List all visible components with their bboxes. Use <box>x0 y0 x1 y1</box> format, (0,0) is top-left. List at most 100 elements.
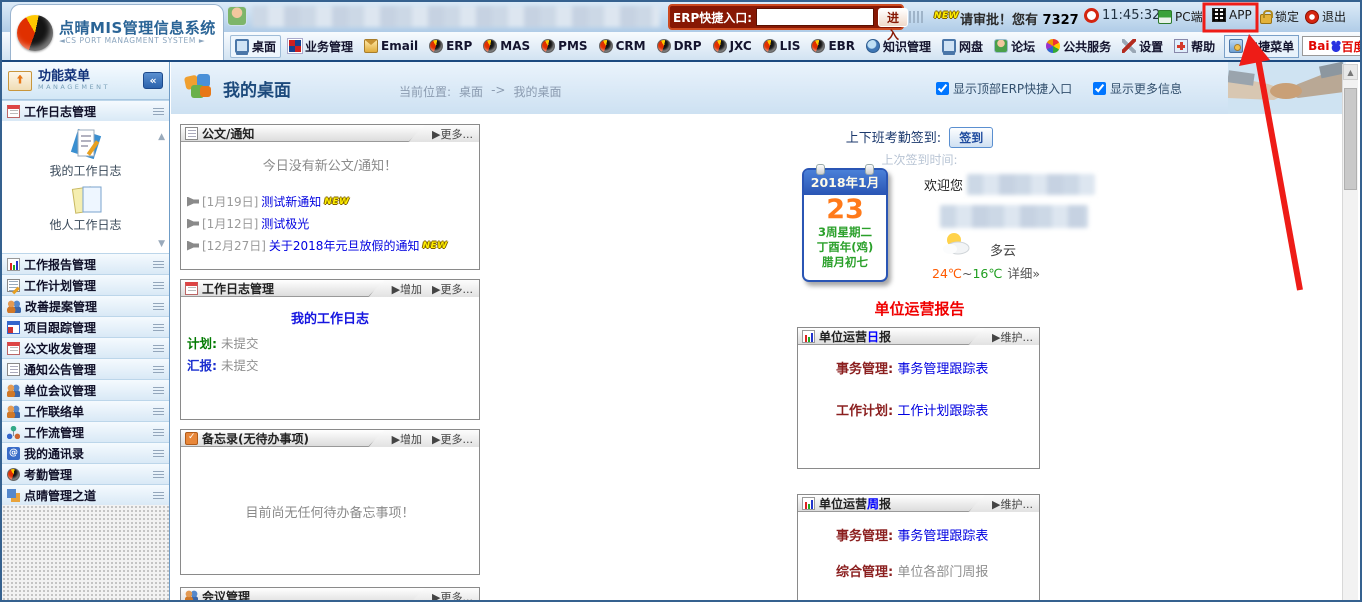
pc-client-button[interactable]: PC端 <box>1158 8 1203 25</box>
scroll-up-icon[interactable]: ▲ <box>158 132 165 142</box>
sidebar-item-contacts[interactable]: @我的通讯录 <box>2 442 169 463</box>
notice-link[interactable]: 测试极光 <box>261 215 309 232</box>
sidebar-item-document-dispatch[interactable]: 公文收发管理 <box>2 337 169 358</box>
row-link[interactable]: 事务管理跟踪表 <box>897 362 988 377</box>
nav-business[interactable]: 业务管理 <box>284 36 357 57</box>
nav-ebr[interactable]: EBR <box>807 37 859 55</box>
nav-netdisk[interactable]: 网盘 <box>938 36 987 57</box>
erp-enter-button[interactable]: 进入 <box>878 8 908 27</box>
sidebar-item-dianjing-dao[interactable]: 点晴管理之道 <box>2 484 169 505</box>
erp-quick-checkbox[interactable] <box>936 82 949 95</box>
vertical-scrollbar[interactable]: ▲ <box>1342 64 1358 602</box>
memo-add-link[interactable]: ▶增加 <box>392 431 422 447</box>
help-icon <box>1174 39 1188 53</box>
breadcrumb-current: 我的桌面 <box>513 83 561 100</box>
calendar-lunar-year: 丁酉年(鸡) <box>804 240 886 255</box>
notice-item: [1月12日] 测试极光 <box>187 215 309 232</box>
sidebar-title: 功能菜单 <box>38 70 110 84</box>
daily-maintain-link[interactable]: ▶维护... <box>992 329 1033 345</box>
sidebar-item-notice-announcement[interactable]: 通知公告管理 <box>2 358 169 379</box>
email-icon <box>364 39 378 53</box>
nav-forum[interactable]: 论坛 <box>990 36 1039 57</box>
document-icon <box>185 127 198 140</box>
app-button[interactable]: APP <box>1212 8 1252 22</box>
sidebar-subitem-my-worklog[interactable]: 我的工作日志 <box>2 162 169 179</box>
sidebar-subitem-others-worklog[interactable]: 他人工作日志 <box>2 216 169 233</box>
notice-link[interactable]: 测试新通知 <box>261 193 321 210</box>
toggle-more-info[interactable]: 显示更多信息 <box>1093 80 1182 97</box>
nav-label: 快捷菜单 <box>1246 38 1294 55</box>
nav-label: 帮助 <box>1191 38 1215 55</box>
lock-icon <box>1260 14 1272 24</box>
checkin-row: 上下班考勤签到: 签到 <box>797 127 1042 148</box>
my-worklog-link[interactable]: 我的工作日志 <box>181 308 479 327</box>
grip-icon <box>153 260 164 269</box>
checkin-button[interactable]: 签到 <box>949 127 993 148</box>
sidebar-item-workflow[interactable]: 工作流管理 <box>2 421 169 442</box>
calendar-icon <box>7 342 20 355</box>
sidebar-item-work-contact[interactable]: 工作联络单 <box>2 400 169 421</box>
row-link[interactable]: 工作计划跟踪表 <box>897 404 988 419</box>
my-worklog-icon[interactable] <box>64 128 108 162</box>
sidebar-item-attendance[interactable]: 考勤管理 <box>2 463 169 484</box>
sidebar-item-label: 工作日志管理 <box>24 103 96 120</box>
notice-link[interactable]: 关于2018年元旦放假的通知 <box>269 237 420 254</box>
toggle-erp-quick-entry[interactable]: 显示顶部ERP快捷入口 <box>936 80 1072 97</box>
sidebar-item-project-tracking[interactable]: 项目跟踪管理 <box>2 316 169 337</box>
sidebar-item-work-report[interactable]: 工作报告管理 <box>2 253 169 274</box>
memo-panel-header: 备忘录(无待办事项) ▶增加 ▶更多... <box>181 430 479 447</box>
scroll-down-icon[interactable]: ▼ <box>158 239 165 249</box>
weekly-maintain-link[interactable]: ▶维护... <box>992 496 1033 512</box>
sidebar-item-work-plan[interactable]: 工作计划管理 <box>2 274 169 295</box>
scrollbar-up-arrow[interactable]: ▲ <box>1343 64 1358 80</box>
nav-settings[interactable]: 设置 <box>1118 36 1167 57</box>
nav-lis[interactable]: LIS <box>759 37 805 55</box>
scrollbar-thumb[interactable] <box>1344 88 1357 190</box>
nav-email[interactable]: Email <box>360 37 422 55</box>
sidebar-item-meeting-management[interactable]: 单位会议管理 <box>2 379 169 400</box>
user-avatar-icon[interactable] <box>227 6 247 26</box>
meeting-more-link[interactable]: ▶更多... <box>432 589 473 602</box>
nav-jxc[interactable]: JXC <box>709 37 756 55</box>
nav-drp[interactable]: DRP <box>653 37 706 55</box>
sidebar-item-label: 工作计划管理 <box>24 277 96 294</box>
pie-icon <box>763 39 777 53</box>
worklog-add-link[interactable]: ▶增加 <box>392 281 422 297</box>
row-link[interactable]: 事务管理跟踪表 <box>897 529 988 544</box>
others-worklog-icon[interactable] <box>64 184 108 216</box>
checkin-label: 上下班考勤签到: <box>846 131 941 146</box>
baidu-search-button[interactable]: Bai 百度 <box>1302 36 1362 56</box>
pie-icon <box>541 39 555 53</box>
app-window: ERP快捷入口: 进入 NEW 请审批！您有 7327 封 11:45:32 P… <box>0 0 1362 602</box>
nav-desktop[interactable]: 桌面 <box>230 35 281 58</box>
nav-mas[interactable]: MAS <box>479 37 534 55</box>
sidebar-item-improvement-proposal[interactable]: 改善提案管理 <box>2 295 169 316</box>
handshake-image <box>1228 62 1344 114</box>
nav-label: JXC <box>730 39 752 53</box>
breadcrumb-home[interactable]: 桌面 <box>459 83 483 100</box>
nav-help[interactable]: 帮助 <box>1170 36 1219 57</box>
grip-icon <box>153 407 164 416</box>
lock-button[interactable]: 锁定 <box>1260 8 1299 25</box>
notice-more-link[interactable]: ▶更多... <box>432 126 473 142</box>
memo-more-link[interactable]: ▶更多... <box>432 431 473 447</box>
nav-pms[interactable]: PMS <box>537 37 591 55</box>
nav-public-service[interactable]: 公共服务 <box>1042 36 1115 57</box>
sidebar-item-worklog[interactable]: 工作日志管理 <box>2 100 169 121</box>
nav-crm[interactable]: CRM <box>595 37 650 55</box>
approval-notice-text: 请审批！您有 <box>960 13 1043 28</box>
approval-notice[interactable]: 请审批！您有 7327 封 <box>960 9 1078 28</box>
sidebar-collapse-button[interactable]: « <box>143 72 163 89</box>
more-info-checkbox[interactable] <box>1093 82 1106 95</box>
nav-quick-menu[interactable]: 快捷菜单 <box>1224 35 1299 58</box>
weather-detail-link[interactable]: 详细» <box>1007 266 1040 281</box>
pie-icon <box>7 468 20 481</box>
erp-quick-input[interactable] <box>756 8 874 26</box>
nav-erp[interactable]: ERP <box>425 37 476 55</box>
exit-button[interactable]: 退出 <box>1305 8 1346 25</box>
page-header: 我的桌面 当前位置: 桌面 -> 我的桌面 显示顶部ERP快捷入口 显示更多信息 <box>171 62 1346 114</box>
nav-label: EBR <box>828 39 855 53</box>
nav-label: PMS <box>558 39 587 53</box>
worklog-more-link[interactable]: ▶更多... <box>432 281 473 297</box>
app-label: APP <box>1229 8 1252 22</box>
